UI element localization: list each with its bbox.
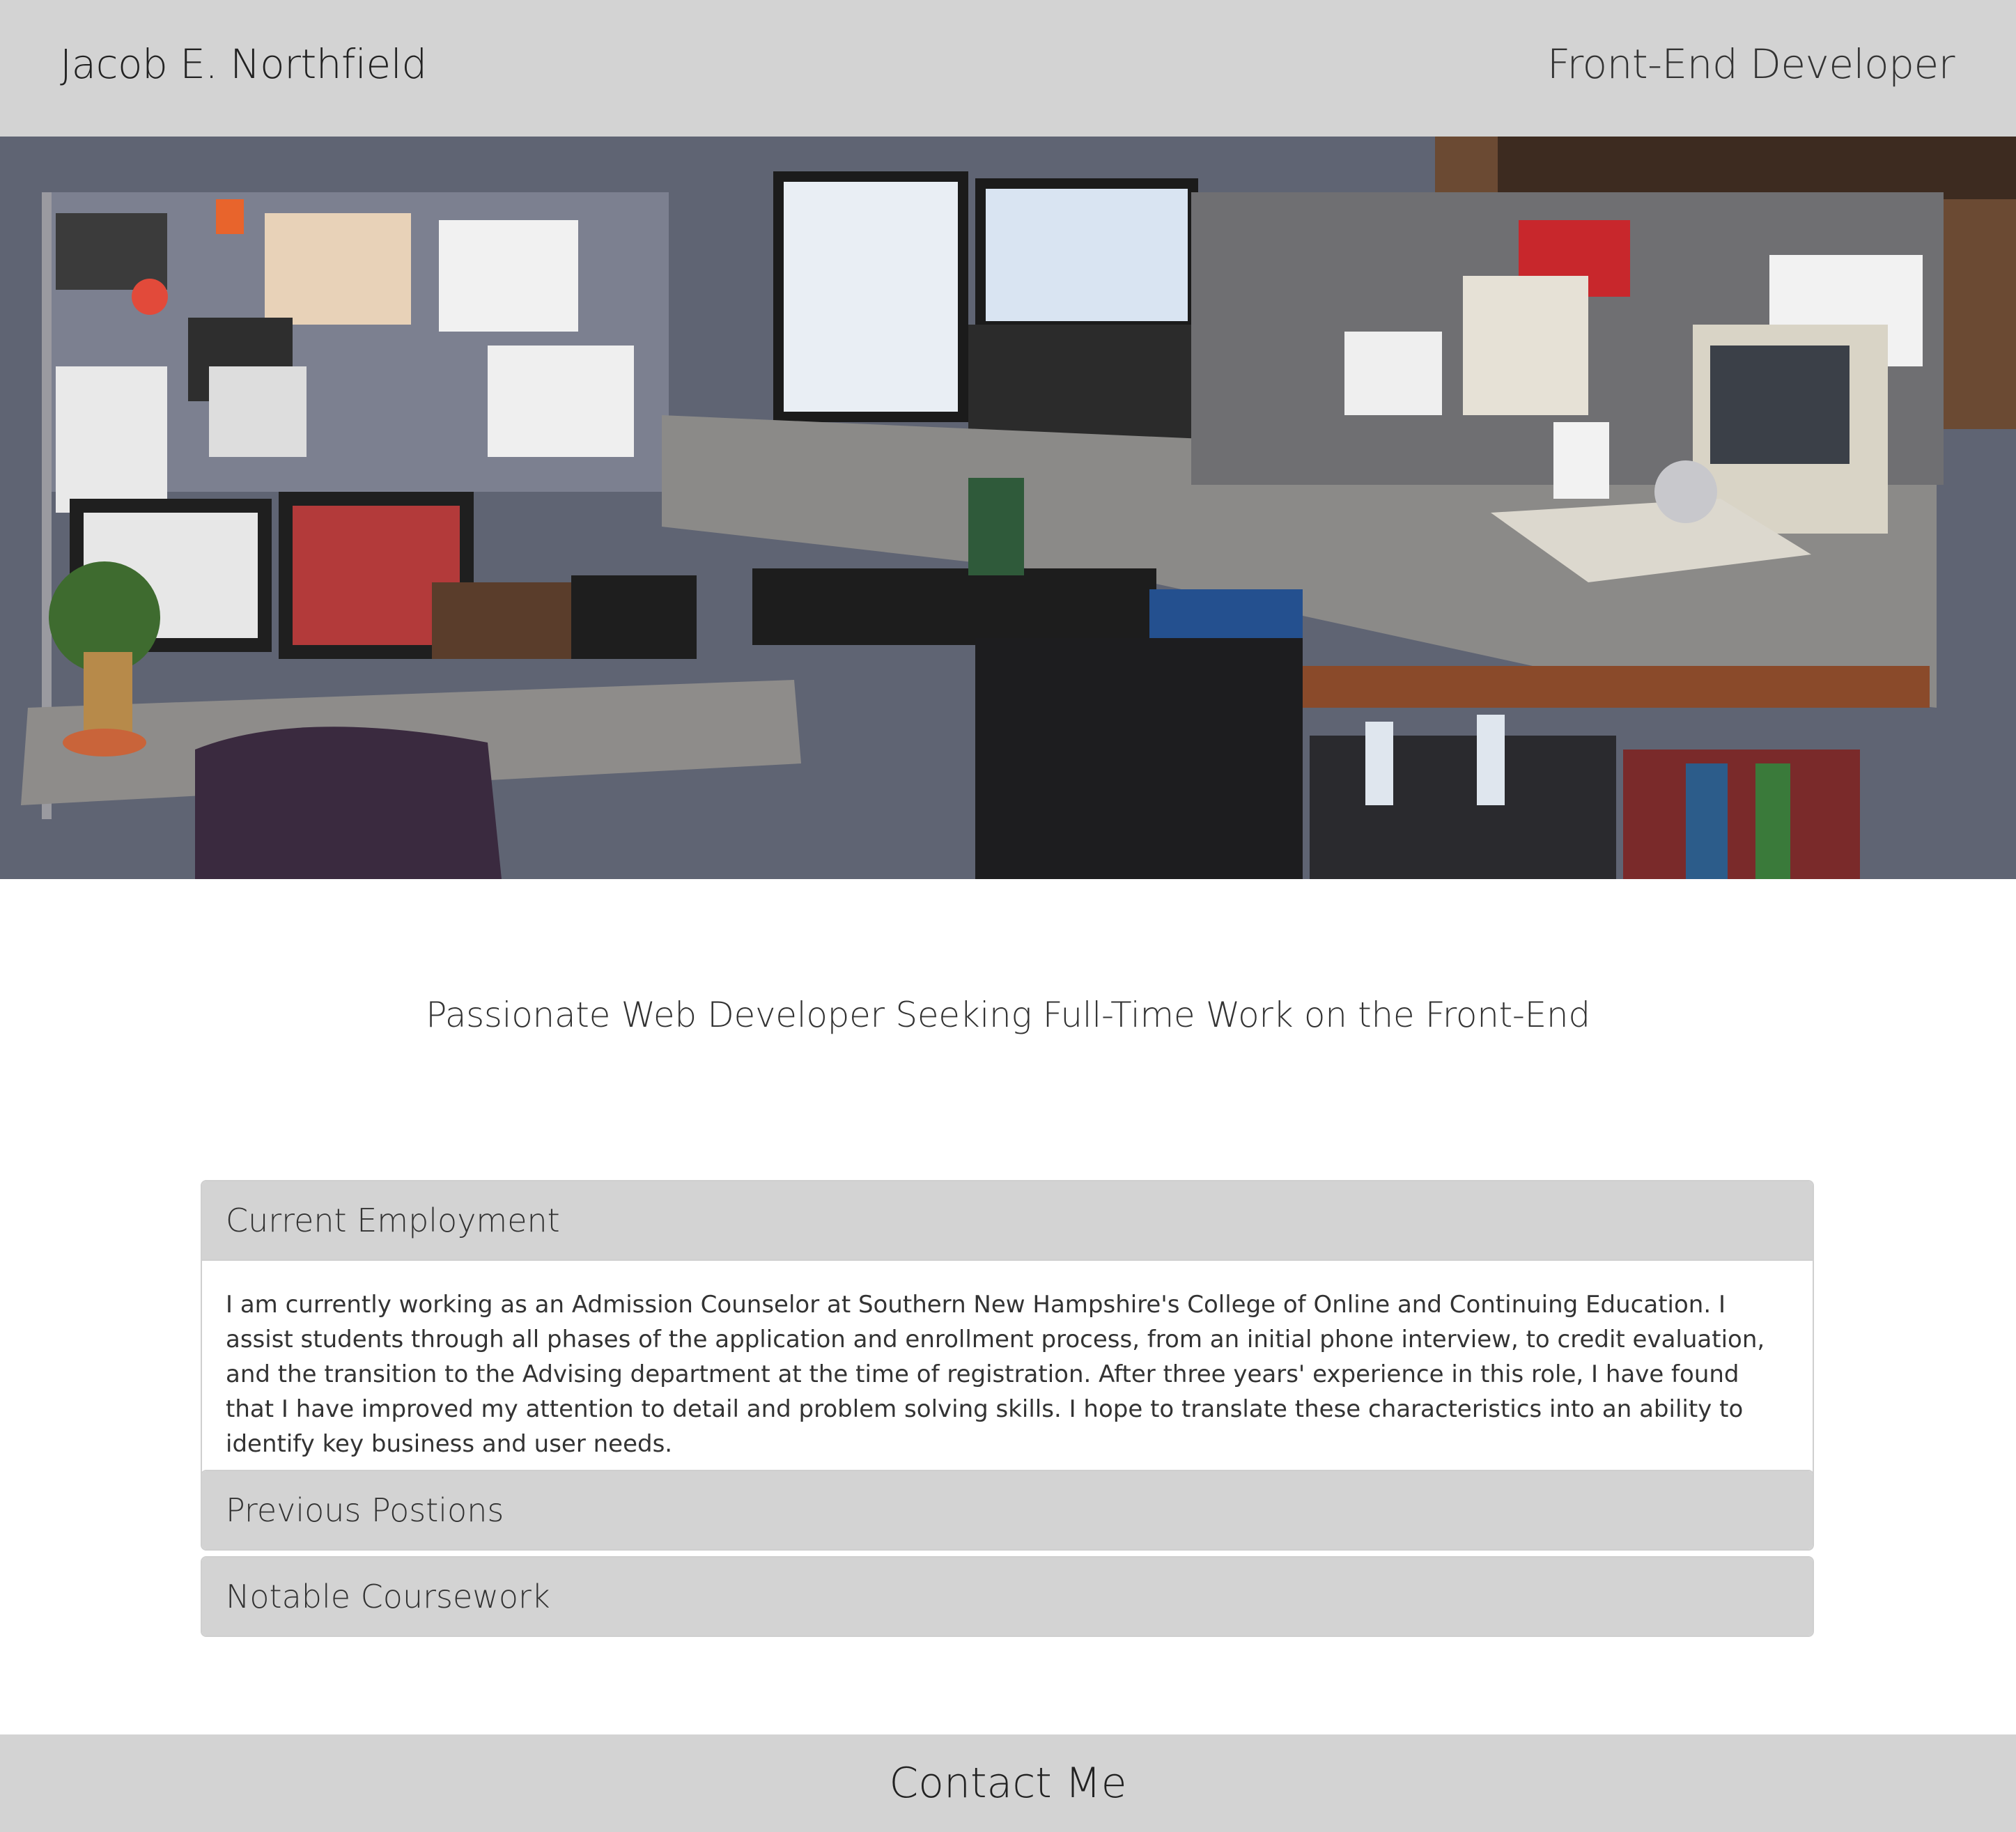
site-role: Front-End Developer <box>1546 40 1955 88</box>
panel-current-employment: Current Employment I am currently workin… <box>201 1180 1814 1491</box>
top-bar: Jacob E. Northfield Front-End Developer <box>0 0 2016 137</box>
desk-photo-illustration <box>0 137 2016 879</box>
hero-image <box>0 137 2016 879</box>
site-name: Jacob E. Northfield <box>60 40 427 88</box>
panel-notable-coursework-header[interactable]: Notable Coursework <box>202 1558 1813 1636</box>
tagline: Passionate Web Developer Seeking Full-Ti… <box>426 995 1590 1035</box>
contact-me-button[interactable]: Contact Me <box>0 1734 2016 1832</box>
panel-notable-coursework: Notable Coursework <box>201 1556 1814 1637</box>
panel-previous-positions-header[interactable]: Previous Postions <box>202 1471 1813 1549</box>
panel-current-employment-header[interactable]: Current Employment <box>202 1181 1813 1259</box>
panel-previous-positions: Previous Postions <box>201 1470 1814 1551</box>
panel-current-employment-body: I am currently working as an Admission C… <box>202 1259 1813 1489</box>
